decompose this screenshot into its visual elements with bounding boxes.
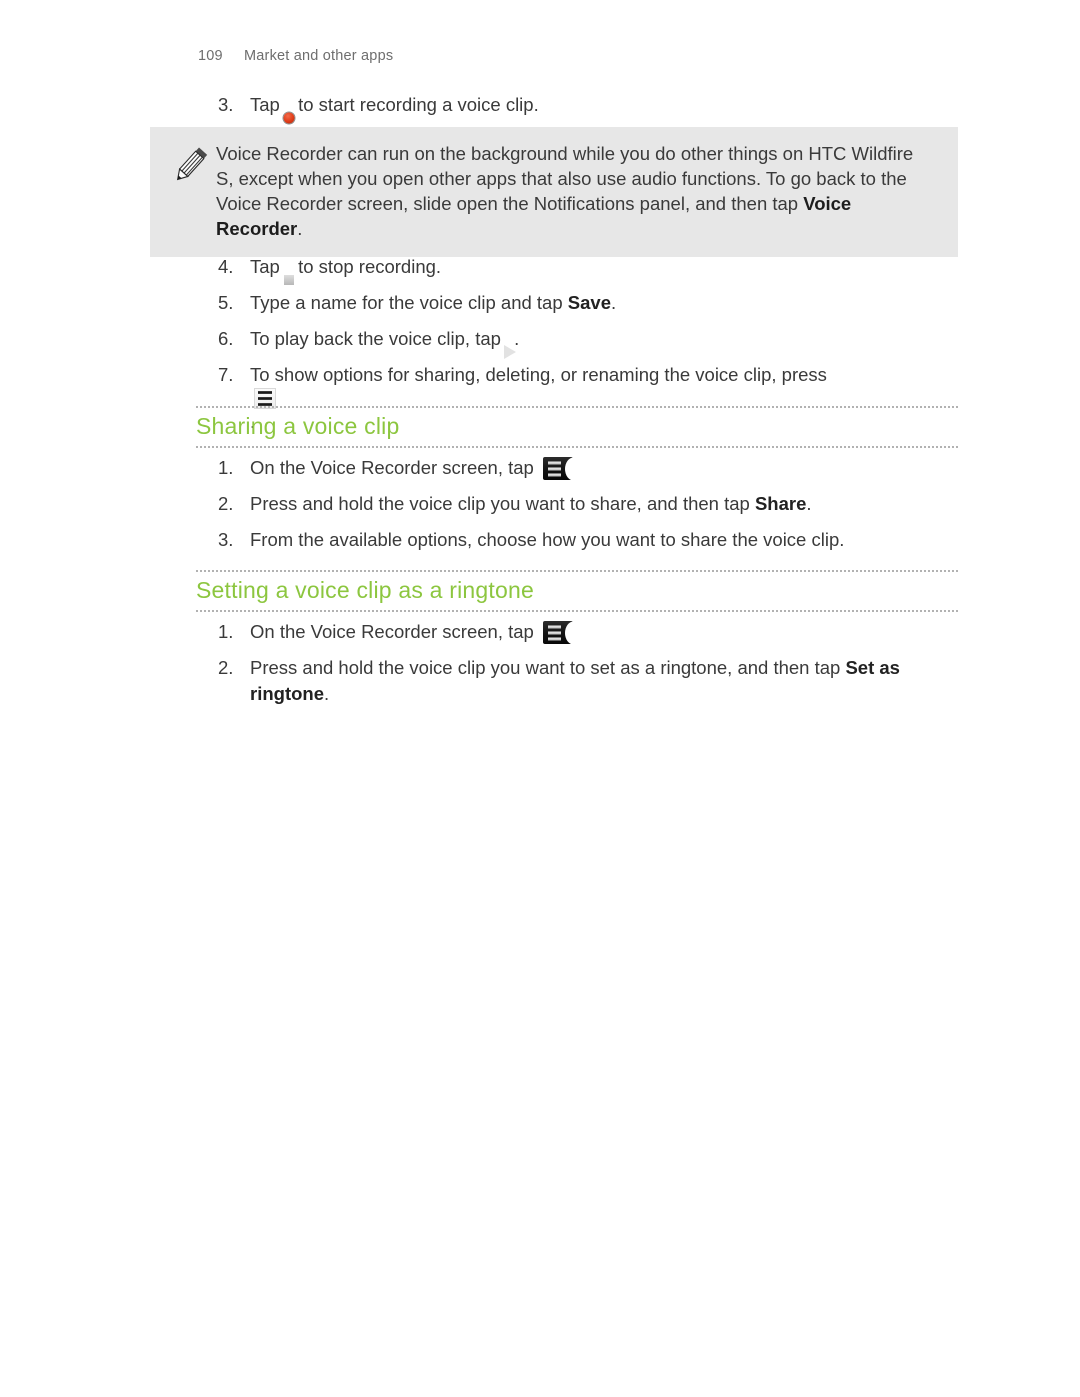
list-icon-notch	[564, 621, 582, 644]
step-text: Press and hold the voice clip you want t…	[250, 491, 960, 517]
step-text-after: to stop recording.	[298, 256, 442, 277]
list-bar-3	[547, 473, 561, 476]
step-text: Press and hold the voice clip you want t…	[250, 655, 960, 707]
step-text: Tap to stop recording.	[250, 254, 960, 285]
step-text-before-bold: Press and hold the voice clip you want t…	[250, 657, 846, 678]
step-text: To play back the voice clip, tap .	[250, 326, 960, 359]
step-text-after: to start recording a voice clip.	[298, 94, 539, 115]
list-button-icon[interactable]	[542, 457, 582, 480]
step-text-before-bold: Type a name for the voice clip and tap	[250, 292, 568, 313]
step-list-sharing: 1. On the Voice Recorder screen, tap . 2…	[218, 455, 960, 563]
step-text-before: To play back the voice clip, tap	[250, 328, 501, 349]
step-text: Type a name for the voice clip and tap S…	[250, 290, 960, 316]
step-number: 4.	[218, 256, 234, 277]
step-number: 2.	[218, 657, 234, 678]
list-item: 4. Tap to stop recording.	[218, 254, 960, 285]
step-text: Tap to start recording a voice clip.	[250, 92, 960, 124]
page-number: 109	[198, 48, 223, 64]
list-button-icon[interactable]	[542, 621, 582, 644]
step-list-top-first: 3. Tap to start recording a voice clip.	[218, 92, 960, 128]
section-heading-sharing: Sharing a voice clip	[196, 406, 958, 448]
step-number: 2.	[218, 493, 234, 514]
list-item: 1. On the Voice Recorder screen, tap .	[218, 455, 960, 481]
pencil-icon	[170, 144, 210, 186]
step-text-before-bold: Press and hold the voice clip you want t…	[250, 493, 755, 514]
step-number: 6.	[218, 328, 234, 349]
list-bar-2	[547, 631, 561, 634]
step-text-before: On the Voice Recorder screen, tap	[250, 457, 534, 478]
step-text: On the Voice Recorder screen, tap .	[250, 455, 960, 481]
menu-bar-1	[258, 391, 272, 394]
step-number: 3.	[218, 529, 234, 550]
list-icon-bars	[547, 461, 561, 476]
step-number: 3.	[218, 94, 234, 115]
list-bar-3	[547, 637, 561, 640]
list-item: 6. To play back the voice clip, tap .	[218, 326, 960, 359]
list-bar-2	[547, 467, 561, 470]
list-icon-bars	[547, 625, 561, 640]
step-number: 7.	[218, 364, 234, 385]
step-text-after-bold: .	[806, 493, 812, 514]
list-bar-1	[547, 625, 561, 628]
list-item: 5. Type a name for the voice clip and ta…	[218, 290, 960, 316]
step-text-before: On the Voice Recorder screen, tap	[250, 621, 534, 642]
chapter-title: Market and other apps	[244, 48, 394, 64]
page-header: 109 Market and other apps	[198, 48, 393, 64]
section-heading-ringtone: Setting a voice clip as a ringtone	[196, 570, 958, 612]
step-text: From the available options, choose how y…	[250, 527, 960, 553]
step-text-before: Tap	[250, 256, 280, 277]
step-text-before: Tap	[250, 94, 280, 115]
step-text-after-bold: .	[611, 292, 617, 313]
step-bold-term: Save	[567, 292, 611, 313]
section-title: Sharing a voice clip	[196, 413, 400, 439]
note-text: Voice Recorder can run on the background…	[216, 141, 932, 241]
step-text-before: To show options for sharing, deleting, o…	[250, 364, 827, 385]
step-number: 5.	[218, 292, 234, 313]
step-list-ringtone: 1. On the Voice Recorder screen, tap . 2…	[218, 619, 960, 717]
list-item: 1. On the Voice Recorder screen, tap .	[218, 619, 960, 645]
document-page: 109 Market and other apps 3. Tap to star…	[0, 0, 1080, 1397]
step-text-before-bold: From the available options, choose how y…	[250, 529, 845, 550]
list-item: 2. Press and hold the voice clip you wan…	[218, 491, 960, 517]
list-item: 2. Press and hold the voice clip you wan…	[218, 655, 960, 707]
step-bold-term: Share	[754, 493, 807, 514]
note-text-part2: .	[297, 218, 303, 239]
note-box: Voice Recorder can run on the background…	[150, 127, 958, 257]
list-item: 3. From the available options, choose ho…	[218, 527, 960, 553]
step-text-after-bold: .	[324, 683, 330, 704]
menu-bar-2	[258, 397, 272, 400]
list-bar-1	[547, 461, 561, 464]
step-number: 1.	[218, 457, 234, 478]
section-title: Setting a voice clip as a ringtone	[196, 577, 534, 603]
list-item: 3. Tap to start recording a voice clip.	[218, 92, 960, 124]
list-icon-notch	[564, 457, 582, 480]
step-number: 1.	[218, 621, 234, 642]
step-text: On the Voice Recorder screen, tap .	[250, 619, 960, 645]
